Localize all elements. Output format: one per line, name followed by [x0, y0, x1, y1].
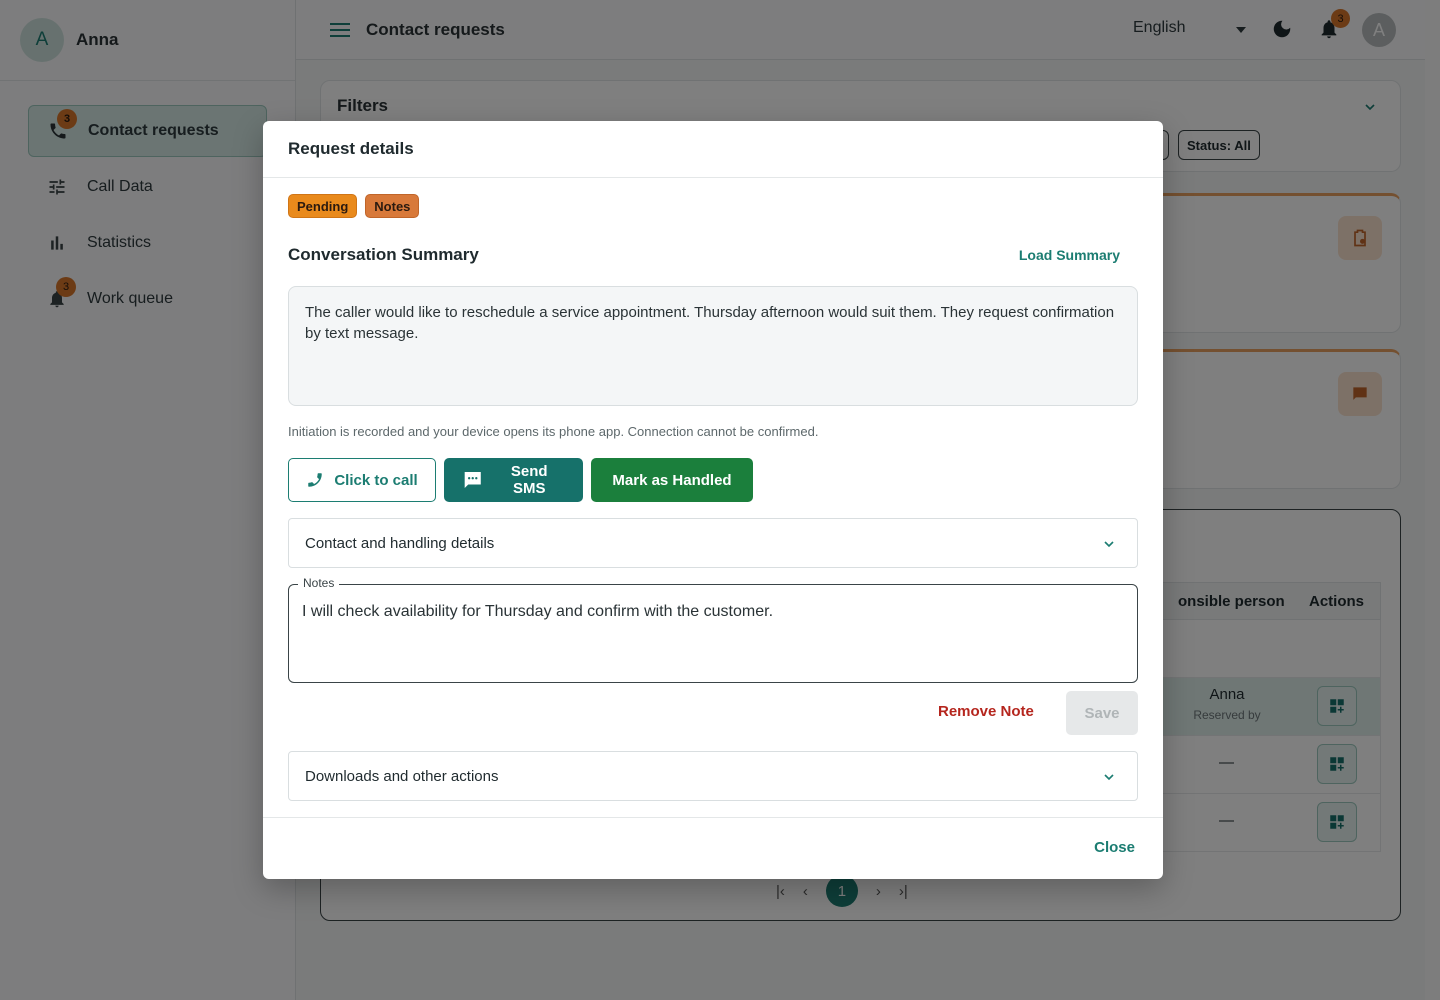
accordion-label: Downloads and other actions — [305, 767, 499, 785]
sms-icon — [464, 471, 481, 489]
action-buttons: Click to call Send SMS Mark as Handled — [288, 458, 753, 502]
status-badge-notes: Notes — [365, 194, 420, 218]
send-sms-button[interactable]: Send SMS — [444, 458, 583, 502]
downloads-accordion[interactable]: Downloads and other actions — [288, 751, 1138, 801]
load-summary-button[interactable]: Load Summary — [1019, 247, 1120, 263]
phone-icon — [308, 473, 323, 487]
notes-field[interactable]: Notes I will check availability for Thur… — [288, 576, 1138, 683]
save-button[interactable]: Save — [1066, 691, 1138, 735]
status-badge-pending: Pending — [288, 194, 358, 218]
chevron-down-icon — [1101, 769, 1117, 789]
contact-details-accordion[interactable]: Contact and handling details — [288, 518, 1138, 568]
notes-textarea[interactable]: I will check availability for Thursday a… — [302, 603, 773, 621]
dialog-title: Request details — [263, 121, 1163, 178]
notes-label: Notes — [298, 576, 340, 590]
dialog-footer: Close — [263, 817, 1163, 879]
mark-as-handled-button[interactable]: Mark as Handled — [591, 458, 753, 502]
call-hint-text: Initiation is recorded and your device o… — [288, 424, 819, 439]
click-to-call-button[interactable]: Click to call — [288, 458, 436, 502]
conversation-summary: The caller would like to reschedule a se… — [288, 286, 1138, 406]
chevron-down-icon — [1101, 536, 1117, 556]
request-details-dialog: Request details Pending Notes Conversati… — [263, 121, 1163, 879]
summary-heading: Conversation Summary — [288, 245, 479, 264]
button-label: Send SMS — [510, 463, 548, 497]
close-button[interactable]: Close — [1094, 839, 1135, 856]
button-label: Click to call — [334, 471, 418, 489]
status-badges: Pending Notes — [288, 194, 420, 218]
remove-note-button[interactable]: Remove Note — [938, 703, 1034, 720]
accordion-label: Contact and handling details — [305, 534, 495, 552]
